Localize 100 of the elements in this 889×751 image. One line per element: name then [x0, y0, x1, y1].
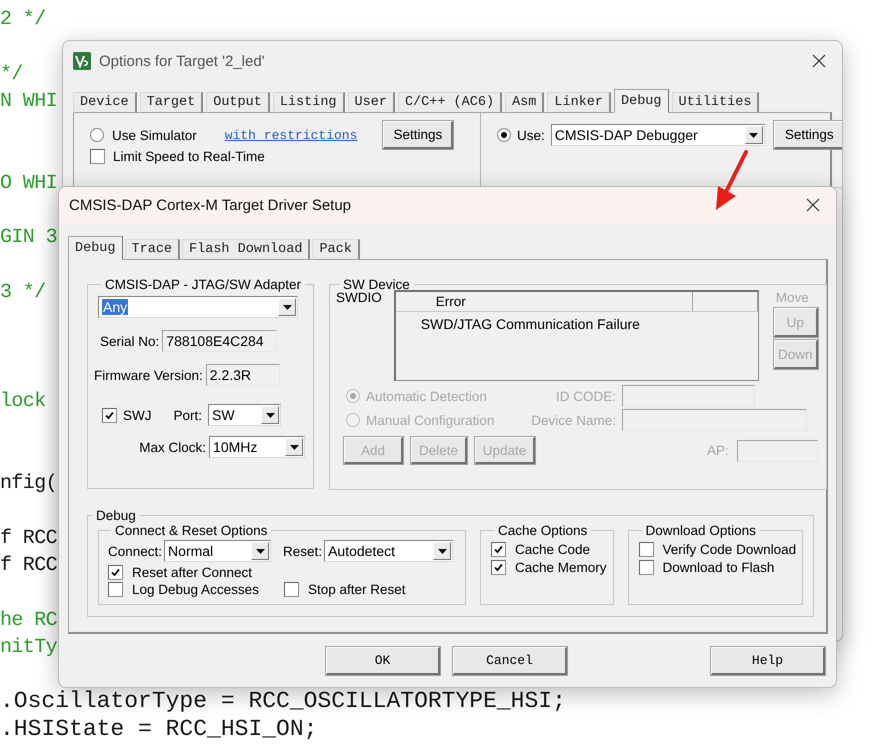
label: Verify Code Download: [662, 542, 796, 557]
code-line: .HSIState = RCC_HSI_ON;: [0, 716, 318, 742]
list-cell-text: SWD/JTAG Communication Failure: [420, 315, 641, 332]
dialog-button[interactable]: Cancel: [453, 647, 567, 675]
serial-field[interactable]: 788108E4C284: [162, 330, 278, 352]
group-title: CMSIS-DAP - JTAG/SW Adapter: [104, 277, 302, 292]
label: Manual Configuration: [366, 412, 494, 428]
dropdown-button[interactable]: [744, 126, 763, 144]
dialog-button[interactable]: Help: [711, 647, 825, 675]
label: Max Clock:: [139, 440, 206, 454]
code-line: O WHI: [0, 172, 58, 195]
dropdown-value: Autodetect: [327, 543, 396, 559]
caret-icon: [256, 548, 265, 554]
tab[interactable]: Listing: [272, 92, 345, 113]
dropdown[interactable]: Any: [98, 296, 298, 318]
label: Use:: [517, 128, 545, 142]
label: Firmware Version:: [94, 368, 203, 382]
tab[interactable]: Trace: [124, 239, 180, 260]
settings-button[interactable]: Settings: [383, 121, 454, 149]
checkbox[interactable]: [108, 582, 123, 597]
tab[interactable]: Flash Download: [182, 239, 310, 260]
checkbox[interactable]: [108, 565, 123, 580]
tab[interactable]: Output: [206, 92, 270, 113]
checkbox[interactable]: [284, 582, 299, 597]
code-line: nfig(: [0, 472, 58, 496]
label: Serial No:: [100, 334, 160, 348]
tab[interactable]: Utilities: [672, 92, 760, 113]
window-title: Options for Target '2_led': [99, 52, 266, 70]
label: Use Simulator: [112, 128, 197, 142]
label: AP:: [707, 443, 729, 458]
code-line: f RCC: [0, 526, 58, 550]
ap-field[interactable]: [736, 440, 818, 462]
label: Device Name:: [530, 412, 616, 428]
label: Port:: [174, 408, 202, 422]
label: Download to Flash: [662, 560, 774, 575]
tab[interactable]: Device: [73, 92, 137, 113]
label: Automatic Detection: [366, 388, 487, 404]
dropdown-button[interactable]: [251, 542, 270, 560]
dropdown-value: Normal: [167, 543, 214, 559]
dialog-button[interactable]: OK: [326, 647, 440, 675]
label: Reset after Connect: [132, 565, 252, 580]
checkbox[interactable]: [638, 560, 654, 575]
tab[interactable]: User: [348, 92, 395, 113]
code-line: 3 */: [0, 280, 46, 304]
dropdown[interactable]: 10MHz: [209, 436, 306, 458]
tab[interactable]: Debug: [68, 236, 123, 260]
label: Move: [776, 290, 809, 305]
dropdown[interactable]: Normal: [164, 540, 272, 562]
tab[interactable]: Linker: [547, 92, 611, 113]
dropdown[interactable]: Autodetect: [324, 540, 454, 562]
restrictions-link[interactable]: with restrictions: [224, 128, 358, 142]
caret-icon: [266, 412, 275, 418]
checkbox[interactable]: [491, 542, 506, 557]
code-line: he RC: [0, 608, 58, 632]
settings-button[interactable]: Settings: [774, 121, 842, 149]
dropdown[interactable]: CMSIS-DAP Debugger: [550, 124, 765, 146]
code-line: 2 */: [0, 8, 46, 31]
dropdown-button[interactable]: [278, 298, 296, 316]
group-title: Connect & Reset Options: [114, 523, 268, 538]
checkbox[interactable]: [90, 149, 105, 164]
tab[interactable]: Asm: [505, 92, 544, 113]
tab[interactable]: Pack: [312, 239, 360, 260]
label: Reset:: [283, 544, 322, 558]
checkbox[interactable]: [638, 542, 654, 557]
caret-icon: [749, 132, 758, 138]
dropdown-button[interactable]: [261, 406, 280, 424]
dropdown-button[interactable]: [433, 542, 452, 560]
tab[interactable]: Target: [140, 92, 204, 113]
code-line: GIN 3: [0, 226, 58, 250]
label: Cache Code: [515, 542, 590, 557]
dropdown-button[interactable]: [285, 438, 304, 456]
id-code-field[interactable]: [622, 385, 756, 407]
group-title: Download Options: [644, 523, 757, 538]
checkbox[interactable]: [491, 560, 506, 575]
caret-icon: [438, 548, 447, 554]
group-title: Cache Options: [497, 523, 588, 538]
code-line: f RCC: [0, 554, 58, 577]
checkbox[interactable]: [102, 408, 117, 422]
label: SWJ: [123, 408, 152, 422]
tab[interactable]: C/C++ (AC6): [398, 92, 502, 113]
code-line: */: [0, 62, 23, 86]
radio-button[interactable]: [90, 128, 104, 142]
caret-icon: [290, 444, 299, 450]
close-icon: [812, 54, 826, 68]
code-line: N WHI: [0, 90, 58, 113]
tab[interactable]: Debug: [614, 89, 669, 113]
dropdown-value: SW: [211, 407, 236, 423]
column-header: Error: [396, 292, 693, 311]
firmware-field[interactable]: 2.2.3R: [206, 364, 280, 386]
check-icon: [111, 568, 120, 577]
device-name-field[interactable]: [622, 409, 808, 431]
dropdown-value: Any: [101, 299, 130, 315]
radio-button[interactable]: [497, 128, 511, 142]
label: Limit Speed to Real-Time: [113, 149, 265, 164]
dropdown[interactable]: SW: [208, 404, 282, 426]
code-line: lock: [0, 390, 46, 414]
app-logo-icon: [73, 52, 91, 70]
label: Connect:: [108, 544, 162, 558]
label: Stop after Reset: [308, 582, 406, 597]
close-icon: [806, 198, 820, 212]
